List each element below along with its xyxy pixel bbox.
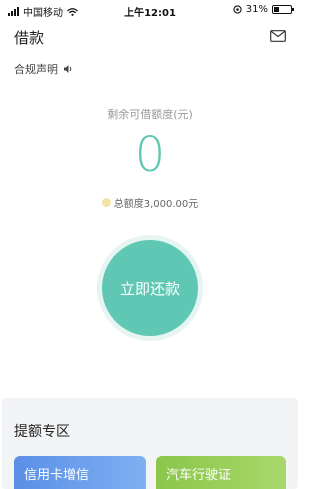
battery-icon	[272, 5, 294, 14]
orientation-lock-icon	[233, 5, 242, 14]
battery-percent: 31%	[245, 4, 268, 15]
page-title: 借款	[14, 29, 45, 47]
coin-icon	[101, 198, 111, 207]
status-bar: 中国移动 上午12:01 31%	[0, 0, 300, 20]
compliance-statement[interactable]: 合规声明	[14, 61, 74, 77]
mail-icon[interactable]	[270, 30, 286, 42]
total-quota-text: 总额度3,000.00元	[113, 199, 199, 210]
boost-section-title: 提额专区	[14, 424, 70, 440]
remaining-quota-label: 剩余可借额度(元)	[107, 108, 193, 121]
speaker-icon	[64, 65, 72, 73]
compliance-label: 合规声明	[14, 63, 58, 76]
battery-fill	[274, 7, 279, 12]
repay-now-button[interactable]: 立即还款	[102, 240, 198, 336]
total-quota: 总额度3,000.00元	[0, 195, 300, 210]
credit-card-boost-card[interactable]: 信用卡增信	[14, 456, 146, 489]
remaining-quota-value: 0	[134, 127, 166, 183]
status-right: 31%	[233, 4, 294, 15]
vehicle-license-boost-card[interactable]: 汽车行驶证	[156, 456, 286, 489]
